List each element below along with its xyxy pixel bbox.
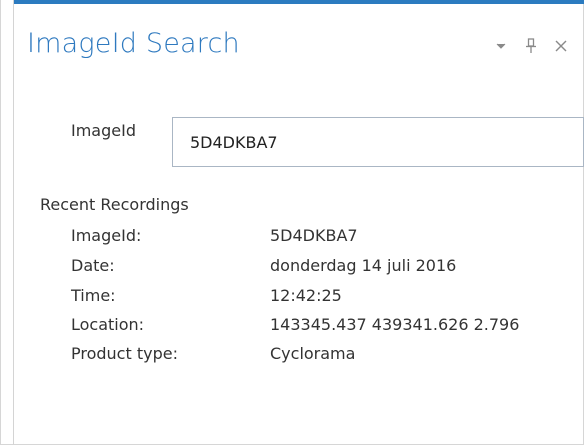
pane-controls (493, 36, 569, 56)
recording-key: Time: (71, 286, 116, 305)
recording-value: 143345.437 439341.626 2.796 (270, 315, 520, 334)
recording-key: Location: (71, 315, 145, 334)
recording-key: ImageId: (71, 226, 142, 245)
pane-left-border (13, 0, 14, 445)
imageid-input[interactable] (172, 117, 584, 167)
recording-value: donderdag 14 juli 2016 (270, 256, 457, 275)
recording-value: 5D4DKBA7 (270, 226, 358, 245)
pane-accent-bar (13, 0, 584, 4)
imageid-search-pane: ImageId Search ImageId Recent Recordings… (0, 0, 584, 445)
chevron-down-icon[interactable] (493, 36, 509, 56)
close-icon[interactable] (553, 36, 569, 56)
pin-icon[interactable] (523, 36, 539, 56)
recording-key: Date: (71, 256, 115, 275)
recording-value: Cyclorama (270, 344, 356, 363)
recent-recordings-title: Recent Recordings (40, 195, 189, 214)
recording-key: Product type: (71, 344, 178, 363)
recording-value: 12:42:25 (270, 286, 342, 305)
pane-title: ImageId Search (27, 28, 240, 59)
imageid-field-label: ImageId (71, 121, 136, 140)
